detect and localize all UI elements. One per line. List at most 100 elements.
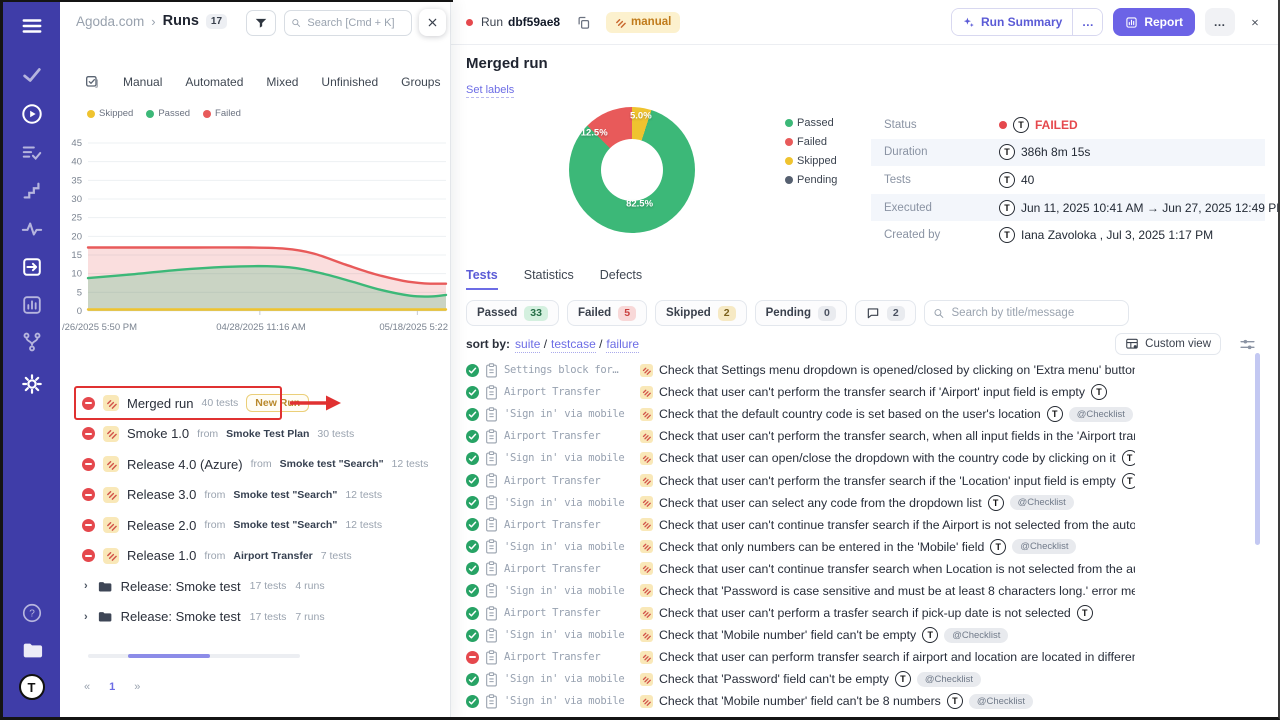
- legend-label: Failed: [797, 136, 827, 148]
- filter-button[interactable]: [246, 10, 276, 36]
- test-result-row[interactable]: 'Sign in' via mobile Check that 'Passwor…: [451, 668, 1135, 690]
- drawer-close-button[interactable]: [419, 9, 446, 36]
- list-check-icon[interactable]: [21, 142, 43, 164]
- box-arrow-icon[interactable]: [21, 256, 43, 278]
- copy-icon[interactable]: [574, 13, 592, 31]
- run-summary-button[interactable]: Run Summary: [952, 9, 1072, 35]
- test-result-row[interactable]: 'Sign in' via mobile Check that the defa…: [451, 403, 1135, 425]
- manual-test-icon: [640, 562, 653, 575]
- tests-search-input[interactable]: [950, 306, 1120, 320]
- new-run-badge[interactable]: New Run: [246, 394, 309, 412]
- custom-view-button[interactable]: Custom view: [1115, 333, 1221, 355]
- chevron-right-icon[interactable]: ›: [84, 611, 88, 623]
- suite-name: Airport Transfer: [504, 519, 634, 531]
- select-all-icon[interactable]: [84, 74, 100, 90]
- run-list-item[interactable]: Release 1.0 from Airport Transfer 7 test…: [60, 541, 451, 572]
- help-icon[interactable]: ?: [21, 602, 43, 624]
- search-icon: [933, 307, 945, 320]
- suite-name: Airport Transfer: [504, 607, 634, 619]
- pagination-page-1[interactable]: 1: [109, 681, 115, 693]
- test-result-row[interactable]: Airport Transfer Check that user can't p…: [451, 381, 1135, 403]
- result-filter-chip[interactable]: Passed 33: [466, 300, 559, 326]
- report-button[interactable]: Report: [1113, 8, 1195, 36]
- failed-status-icon: [82, 458, 95, 471]
- folder-rows: › Release: Smoke test 17 tests 4 runs › …: [60, 571, 451, 632]
- test-result-row[interactable]: 'Sign in' via mobile Check that 'Mobile …: [451, 624, 1135, 646]
- run-type-tab[interactable]: Unfinished: [321, 75, 378, 89]
- pagination-prev[interactable]: «: [84, 681, 90, 693]
- pulse-icon[interactable]: [21, 218, 43, 240]
- view-settings-icon[interactable]: [1239, 336, 1256, 353]
- vertical-scrollbar-thumb[interactable]: [1255, 353, 1260, 545]
- drawer-search-input[interactable]: [305, 16, 405, 30]
- run-type-tab[interactable]: Manual: [123, 75, 162, 89]
- play-circle-icon[interactable]: [21, 103, 43, 125]
- assignee-avatar: T: [922, 627, 938, 643]
- assignee-avatar: T: [1122, 450, 1135, 466]
- run-list-item[interactable]: Release 3.0 from Smoke test "Search" 12 …: [60, 480, 451, 511]
- pagination-next[interactable]: »: [134, 681, 140, 693]
- detail-close-button[interactable]: [1245, 12, 1265, 32]
- menu-icon[interactable]: [21, 15, 43, 37]
- run-plan-name: Smoke test "Search": [280, 458, 384, 470]
- test-result-row[interactable]: 'Sign in' via mobile Check that 'Mobile …: [451, 690, 1135, 712]
- manual-test-icon: [640, 386, 653, 399]
- sort-options: suite testcase failure: [515, 337, 639, 351]
- test-result-row[interactable]: Airport Transfer Check that user can per…: [451, 646, 1135, 668]
- detail-tab[interactable]: Defects: [600, 268, 642, 290]
- run-folder-item[interactable]: › Release: Smoke test 17 tests 7 runs: [60, 602, 451, 633]
- legend-dot: [785, 176, 793, 184]
- test-result-row[interactable]: Airport Transfer Check that user can't p…: [451, 469, 1135, 491]
- test-title: Check that only numbers can be entered i…: [659, 540, 984, 554]
- test-status-icon: [466, 452, 479, 465]
- test-result-row[interactable]: Airport Transfer Check that user can't c…: [451, 558, 1135, 580]
- run-type-tab[interactable]: Groups: [401, 75, 440, 89]
- horizontal-scrollbar[interactable]: [88, 654, 300, 658]
- run-list-item[interactable]: Merged run 40 tests New Run: [60, 388, 451, 419]
- detail-tab[interactable]: Statistics: [524, 268, 574, 290]
- scrollbar-thumb[interactable]: [128, 654, 210, 658]
- sort-option[interactable]: suite: [515, 337, 540, 353]
- test-result-row[interactable]: 'Sign in' via mobile Check that only num…: [451, 536, 1135, 558]
- suite-name: 'Sign in' via mobile: [504, 629, 634, 641]
- donut-failed-label: 12.5%: [581, 128, 608, 139]
- run-list-item[interactable]: Smoke 1.0 from Smoke Test Plan 30 tests: [60, 419, 451, 450]
- folder-icon[interactable]: [21, 639, 43, 661]
- test-result-row[interactable]: Airport Transfer Check that user can't c…: [451, 514, 1135, 536]
- run-folder-item[interactable]: › Release: Smoke test 17 tests 4 runs: [60, 571, 451, 602]
- run-list-item[interactable]: Release 2.0 from Smoke test "Search" 12 …: [60, 510, 451, 541]
- comments-filter-chip[interactable]: 2: [855, 300, 916, 326]
- test-result-row[interactable]: Settings block for… Check that Settings …: [451, 359, 1135, 381]
- test-result-row[interactable]: Airport Transfer Check that user can't p…: [451, 602, 1135, 624]
- more-actions-button[interactable]: …: [1205, 8, 1235, 36]
- run-type-tab[interactable]: Automated: [185, 75, 243, 89]
- sort-option[interactable]: failure: [606, 337, 639, 353]
- chip-label: Passed: [477, 307, 517, 319]
- gear-icon[interactable]: [21, 373, 43, 395]
- run-type-tab[interactable]: Mixed: [266, 75, 298, 89]
- sort-option[interactable]: testcase: [551, 337, 596, 353]
- test-result-row[interactable]: Airport Transfer Check that user can't p…: [451, 425, 1135, 447]
- chevron-right-icon[interactable]: ›: [84, 580, 88, 592]
- result-filter-chip[interactable]: Skipped 2: [655, 300, 747, 326]
- result-filter-chip[interactable]: Failed 5: [567, 300, 647, 326]
- test-result-row[interactable]: 'Sign in' via mobile Check that 'Passwor…: [451, 580, 1135, 602]
- result-filter-chip[interactable]: Pending 0: [755, 300, 847, 326]
- bar-chart-icon[interactable]: [21, 294, 43, 316]
- detail-tab[interactable]: Tests: [466, 268, 498, 290]
- branch-icon[interactable]: [21, 331, 43, 353]
- avatar: T: [1013, 117, 1029, 133]
- test-title: Check that user can perform transfer sea…: [659, 650, 1135, 664]
- breadcrumb-project[interactable]: Agoda.com: [76, 14, 144, 29]
- run-summary-more-button[interactable]: …: [1072, 9, 1102, 35]
- test-result-row[interactable]: 'Sign in' via mobile Check that user can…: [451, 447, 1135, 469]
- checkmark-icon[interactable]: [21, 64, 43, 86]
- user-avatar[interactable]: T: [19, 674, 45, 700]
- testcase-icon: [485, 561, 498, 576]
- run-list-item[interactable]: Release 4.0 (Azure) from Smoke test "Sea…: [60, 449, 451, 480]
- svg-text:45: 45: [71, 138, 82, 149]
- steps-icon[interactable]: [21, 180, 43, 202]
- legend-dot: [785, 138, 793, 146]
- set-labels-link[interactable]: Set labels: [466, 84, 514, 98]
- test-result-row[interactable]: 'Sign in' via mobile Check that user can…: [451, 492, 1135, 514]
